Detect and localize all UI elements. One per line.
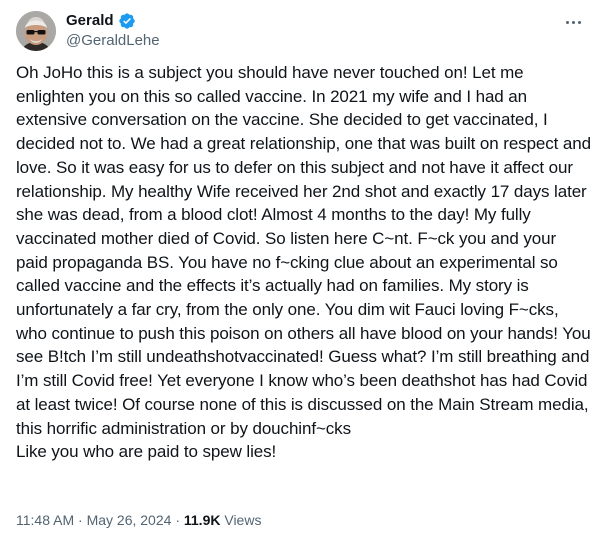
tweet-time[interactable]: 11:48 AM bbox=[16, 512, 74, 528]
views-count[interactable]: 11.9K bbox=[184, 512, 221, 528]
author-name-row: Gerald bbox=[66, 11, 136, 31]
tweet-card: Gerald @GeraldLehe Oh JoHo this is a sub… bbox=[0, 0, 604, 539]
author-handle[interactable]: @GeraldLehe bbox=[66, 31, 160, 51]
more-horizontal-icon bbox=[577, 20, 581, 24]
avatar[interactable] bbox=[16, 11, 56, 51]
author-display-name[interactable]: Gerald bbox=[66, 11, 114, 31]
meta-separator: · bbox=[175, 512, 180, 528]
meta-separator: · bbox=[78, 512, 83, 528]
more-horizontal-icon bbox=[565, 20, 569, 24]
more-horizontal-icon bbox=[571, 20, 575, 24]
tweet-text: Oh JoHo this is a subject you should hav… bbox=[16, 63, 591, 462]
avatar-image bbox=[16, 11, 56, 51]
verified-badge-icon[interactable] bbox=[118, 12, 136, 30]
tweet-date[interactable]: May 26, 2024 bbox=[87, 512, 172, 528]
tweet-meta: 11:48 AM · May 26, 2024 · 11.9K Views bbox=[16, 510, 261, 530]
more-options-button[interactable] bbox=[560, 12, 586, 32]
views-label: Views bbox=[224, 512, 262, 528]
